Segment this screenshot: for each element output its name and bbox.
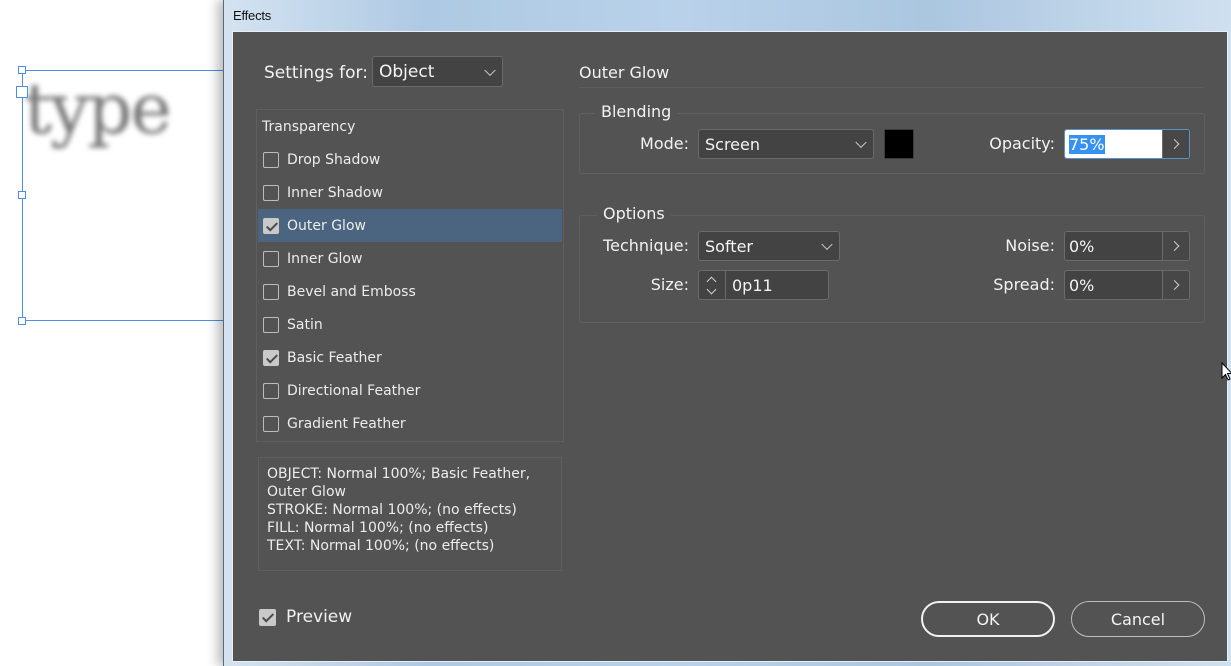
settings-for-label: Settings for: (264, 63, 368, 83)
effect-item-outer-glow[interactable]: Outer Glow (258, 209, 562, 242)
effect-checkbox[interactable] (263, 184, 279, 201)
mode-label: Mode: (640, 134, 689, 153)
frame-handle-top-left[interactable] (18, 66, 26, 74)
opacity-slider-toggle-chevron-right-icon[interactable] (1162, 130, 1189, 158)
size-stepper[interactable]: 0p11 (698, 270, 829, 300)
effect-item-inner-shadow[interactable]: Inner Shadow (258, 176, 562, 209)
summary-fill: FILL: Normal 100%; (no effects) (267, 520, 489, 536)
preview-checkbox-box[interactable] (259, 608, 276, 626)
effect-checkbox[interactable] (263, 415, 279, 432)
document-canvas: type (0, 0, 262, 666)
effect-checkbox[interactable] (263, 316, 279, 333)
mode-value: Screen (705, 134, 761, 154)
panel-divider (579, 87, 1204, 88)
effect-label: Basic Feather (287, 349, 382, 366)
effect-checkbox[interactable] (263, 151, 279, 168)
effect-item-gradient-feather[interactable]: Gradient Feather (258, 407, 562, 440)
spread-field[interactable]: 0% (1064, 270, 1190, 300)
effect-item-basic-feather[interactable]: Basic Feather (258, 341, 562, 374)
effect-label: Inner Glow (287, 250, 363, 267)
chevron-down-icon (484, 64, 496, 76)
ok-button[interactable]: OK (921, 601, 1055, 637)
effect-item-inner-glow[interactable]: Inner Glow (258, 242, 562, 275)
frame-in-port-handle[interactable] (16, 86, 28, 98)
settings-for-value: Object (379, 61, 435, 82)
preview-label: Preview (286, 607, 353, 627)
glow-color-swatch[interactable] (884, 129, 914, 159)
effect-item-bevel-and-emboss[interactable]: Bevel and Emboss (258, 275, 562, 308)
technique-label: Technique: (603, 236, 689, 255)
effects-window: Effects Settings for: Object Transparenc… (223, 0, 1231, 666)
mouse-cursor-icon (1221, 362, 1231, 381)
noise-slider-toggle-chevron-right-icon[interactable] (1162, 232, 1189, 260)
effect-checkbox[interactable] (263, 349, 279, 366)
technique-value: Softer (705, 236, 753, 256)
window-title: Effects (233, 8, 272, 23)
settings-for-dropdown[interactable]: Object (372, 56, 503, 87)
effect-checkbox[interactable] (263, 283, 279, 300)
noise-label: Noise: (1005, 236, 1055, 255)
opacity-value: 75% (1069, 134, 1105, 154)
frame-handle-bottom-left[interactable] (18, 317, 26, 325)
effect-label: Inner Shadow (287, 184, 383, 201)
effects-dialog: Settings for: Object Transparency Drop S… (232, 31, 1228, 662)
effect-label: Outer Glow (287, 217, 366, 234)
opacity-label: Opacity: (989, 134, 1055, 153)
effect-checkbox[interactable] (263, 217, 279, 234)
effect-checkbox[interactable] (263, 250, 279, 267)
noise-field[interactable]: 0% (1064, 231, 1190, 261)
summary-text: TEXT: Normal 100%; (no effects) (267, 538, 495, 554)
effect-label: Bevel and Emboss (287, 283, 416, 300)
summary-stroke: STROKE: Normal 100%; (no effects) (267, 502, 517, 518)
chevron-down-icon[interactable] (706, 284, 717, 295)
list-header-transparency[interactable]: Transparency (262, 119, 355, 135)
chevron-down-icon (821, 238, 833, 251)
technique-dropdown[interactable]: Softer (698, 231, 840, 261)
effects-summary: OBJECT: Normal 100%; Basic Feather, Oute… (258, 457, 562, 571)
spread-label: Spread: (993, 275, 1055, 294)
summary-object: OBJECT: Normal 100%; Basic Feather, Oute… (267, 466, 531, 500)
spread-slider-toggle-chevron-right-icon[interactable] (1162, 271, 1189, 299)
effect-label: Directional Feather (287, 382, 421, 399)
opacity-field[interactable]: 75% (1064, 129, 1190, 159)
size-spin-buttons[interactable] (699, 271, 726, 299)
effect-label: Gradient Feather (287, 415, 406, 432)
effect-label: Satin (287, 316, 323, 333)
size-label: Size: (650, 275, 689, 294)
size-input[interactable]: 0p11 (726, 271, 828, 299)
effects-list: Transparency Drop Shadow Inner Shadow Oute… (256, 109, 564, 442)
effect-checkbox[interactable] (263, 382, 279, 399)
blending-legend: Blending (595, 102, 678, 121)
mode-dropdown[interactable]: Screen (698, 129, 874, 159)
preview-checkbox[interactable]: Preview (259, 607, 352, 627)
panel-title: Outer Glow (579, 63, 670, 82)
effect-item-directional-feather[interactable]: Directional Feather (258, 374, 562, 407)
effect-label: Drop Shadow (287, 151, 381, 168)
chevron-down-icon (855, 136, 867, 149)
cancel-button[interactable]: Cancel (1071, 601, 1205, 637)
opacity-input[interactable]: 75% (1065, 130, 1162, 158)
effect-item-drop-shadow[interactable]: Drop Shadow (258, 143, 562, 176)
frame-handle-middle-left[interactable] (18, 191, 26, 199)
options-legend: Options (597, 204, 671, 223)
spread-input[interactable]: 0% (1065, 271, 1162, 299)
noise-input[interactable]: 0% (1065, 232, 1162, 260)
effect-item-satin[interactable]: Satin (258, 308, 562, 341)
